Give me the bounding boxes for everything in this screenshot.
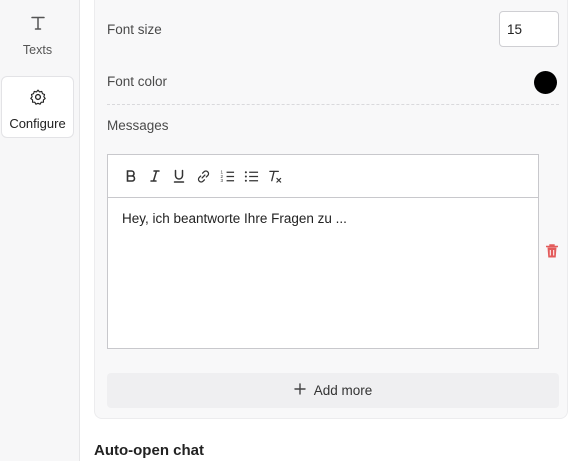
sidebar: Texts Configure [0,0,80,461]
italic-icon[interactable] [146,167,164,185]
text-icon [29,14,47,37]
sidebar-item-configure[interactable]: Configure [1,76,74,138]
trash-icon[interactable] [545,243,559,259]
link-icon[interactable] [194,167,212,185]
sidebar-item-label: Configure [9,116,66,131]
settings-main: Font size Font color Messages [80,0,585,461]
svg-text:3: 3 [220,178,223,183]
ordered-list-icon[interactable]: 123 [218,167,236,185]
sidebar-item-texts[interactable]: Texts [1,14,74,58]
message-settings-panel: Font size Font color Messages [94,0,568,419]
font-size-label: Font size [107,22,162,37]
sidebar-item-label: Texts [22,43,53,57]
message-editor: 123 Hey, ich beantworte Ihre Fragen zu .… [107,154,539,349]
divider [107,104,559,105]
add-more-button[interactable]: Add more [107,373,559,408]
bullet-list-icon[interactable] [242,167,260,185]
font-color-swatch[interactable] [534,71,557,94]
underline-icon[interactable] [170,167,188,185]
font-size-input[interactable] [499,11,559,47]
clear-format-icon[interactable] [266,167,284,185]
message-text[interactable]: Hey, ich beantworte Ihre Fragen zu ... [108,198,538,239]
bold-icon[interactable] [122,167,140,185]
plus-icon [294,382,306,399]
font-color-label: Font color [107,74,168,89]
gear-icon [29,88,47,111]
editor-toolbar: 123 [108,155,538,198]
add-more-label: Add more [313,383,373,398]
section-title-auto-open: Auto-open chat [94,442,204,459]
messages-label: Messages [107,118,169,133]
